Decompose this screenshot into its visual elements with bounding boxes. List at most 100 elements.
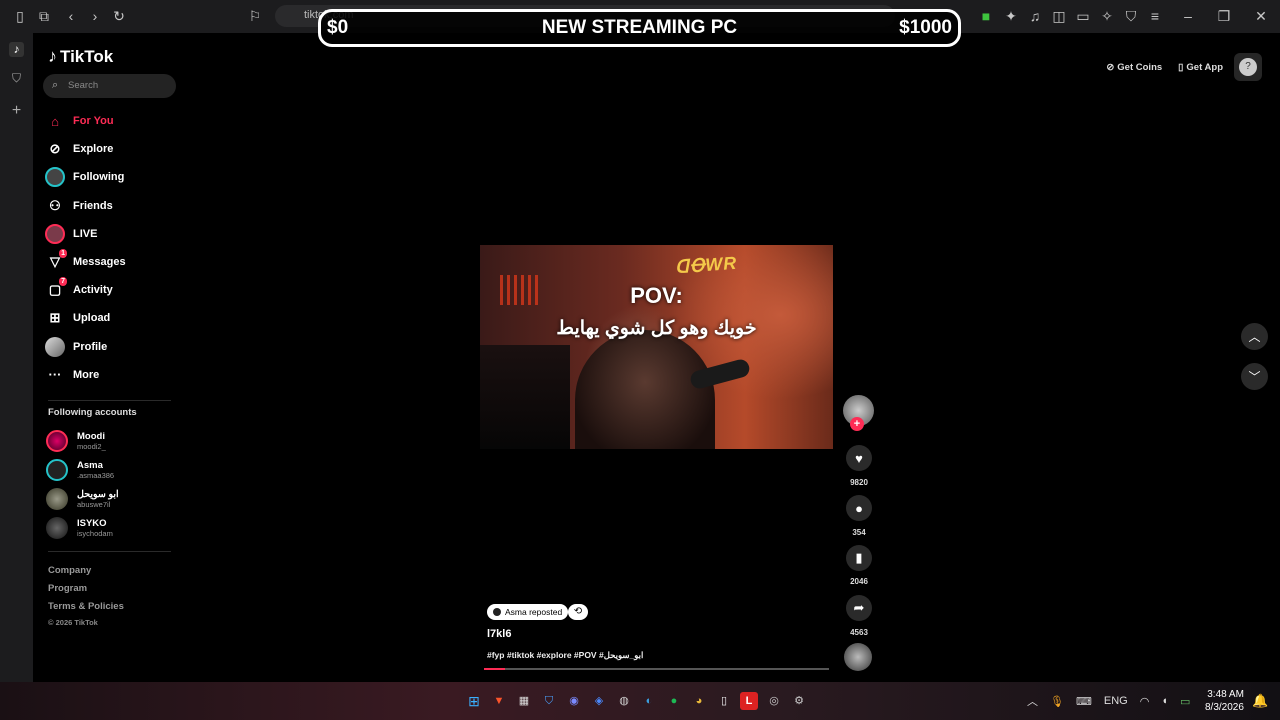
battery-icon[interactable]: ▭	[1180, 695, 1190, 708]
ai-icon[interactable]: ✧	[1099, 8, 1115, 24]
next-video-button[interactable]: ﹀	[1241, 363, 1268, 390]
share-button[interactable]: ➦	[846, 595, 872, 621]
taskbar-clock[interactable]: 3:48 AM 8/3/2026	[1205, 688, 1244, 714]
spotify-icon[interactable]: ●	[665, 692, 683, 710]
home-icon: ⌂	[51, 113, 59, 129]
activity-badge: 7	[59, 277, 67, 287]
nav-label: Friends	[73, 199, 113, 212]
music-disc-icon[interactable]	[844, 643, 872, 671]
shield-icon[interactable]: ⛉	[1123, 8, 1139, 24]
tab-icon[interactable]: ⧉	[36, 8, 52, 24]
follow-plus-icon[interactable]: +	[850, 417, 864, 431]
menu-icon[interactable]: ≡	[1147, 8, 1163, 24]
sidebar-icon[interactable]: ◫	[1051, 8, 1067, 24]
video-hashtags[interactable]: #fyp #tiktok #explore #POV #ابو_سويحل	[487, 650, 643, 661]
following-account[interactable]: Moodi moodi2_	[46, 426, 119, 455]
video-actions: + ♥ 9820 ● 354 ▮ 2046 ➦ 4563	[842, 395, 876, 671]
chrome-icon[interactable]: ◕	[690, 692, 708, 710]
nav-live[interactable]: LIVE	[45, 220, 180, 248]
get-coins-button[interactable]: ⊘ Get Coins	[1101, 57, 1167, 77]
system-tray: ︿ 🎙 ⌨ ENG ◠ ◖ ▭	[1027, 693, 1190, 709]
repost-icon[interactable]: ⟲	[568, 604, 588, 620]
video-player[interactable]: ᗡꝊWR POV: خويك وهو كل شوي يهايط	[480, 245, 833, 449]
edge-icon[interactable]: ◐	[640, 692, 658, 710]
settings-icon[interactable]: ⚙	[790, 692, 808, 710]
main-nav: ⌂ For You ⊘ Explore Following ⚇ Friends …	[45, 107, 180, 389]
keyboard-icon[interactable]: ⌨	[1076, 695, 1092, 708]
notification-icon[interactable]: 🔔	[1252, 693, 1268, 709]
minimize-icon[interactable]: –	[1180, 8, 1196, 24]
avatar: ?	[1239, 58, 1257, 76]
photos-icon[interactable]: ▦	[515, 692, 533, 710]
obs-icon[interactable]: ◎	[765, 692, 783, 710]
nav-explore[interactable]: ⊘ Explore	[45, 135, 180, 163]
add-tab-icon[interactable]: +	[9, 103, 24, 119]
volume-icon[interactable]: ◖	[1161, 695, 1168, 707]
following-account[interactable]: ISYKO isychodam	[46, 513, 119, 542]
puzzle-icon[interactable]: ✦	[1003, 8, 1019, 24]
wifi-icon[interactable]: ◠	[1140, 695, 1150, 708]
steam-icon[interactable]: ◍	[615, 692, 633, 710]
back-icon[interactable]: ‹	[63, 8, 79, 24]
nav-more[interactable]: ··· More	[45, 361, 180, 389]
phone-icon: ▯	[1178, 61, 1184, 73]
file-icon[interactable]: ▯	[715, 692, 733, 710]
microphone-icon[interactable]: 🎙	[1050, 695, 1064, 708]
windows-start-icon[interactable]: ⊞	[465, 692, 483, 710]
forward-icon[interactable]: ›	[87, 8, 103, 24]
tiktok-note-icon: ♪	[48, 46, 57, 66]
discord-icon[interactable]: ◉	[565, 692, 583, 710]
divider	[48, 400, 171, 401]
video-progress-fill	[484, 668, 505, 670]
bookmark-icon[interactable]: ⚐	[247, 8, 263, 24]
video-author[interactable]: l7kl6	[487, 628, 511, 640]
save-button[interactable]: ▮	[846, 545, 872, 571]
get-app-button[interactable]: ▯ Get App	[1173, 57, 1228, 77]
search-input[interactable]: ⌕ Search	[43, 74, 176, 98]
sidebar-toggle-icon[interactable]: ▯	[12, 8, 28, 24]
following-account[interactable]: ابو سويحل abuswe7il	[46, 484, 119, 513]
language-indicator[interactable]: ENG	[1104, 695, 1128, 707]
maximize-icon[interactable]: ❐	[1216, 8, 1232, 24]
avatar	[46, 429, 68, 452]
like-button[interactable]: ♥	[846, 445, 872, 471]
wallet-icon[interactable]: ▭	[1075, 8, 1091, 24]
nav-activity[interactable]: ▢ 7 Activity	[45, 276, 180, 304]
avatar	[46, 516, 68, 539]
account-handle: abuswe7il	[77, 499, 111, 509]
music-icon[interactable]: ♫	[1027, 8, 1043, 24]
tiktok-tab-icon[interactable]: ♪	[9, 42, 24, 57]
shield-tab-icon[interactable]: ⛉	[9, 71, 24, 86]
terms-link[interactable]: Terms & Policies	[48, 598, 124, 616]
comment-button[interactable]: ●	[846, 495, 872, 521]
tray-chevron-icon[interactable]: ︿	[1027, 693, 1038, 709]
nav-profile[interactable]: Profile	[45, 333, 180, 361]
security-icon[interactable]: ⛉	[540, 692, 558, 710]
company-link[interactable]: Company	[48, 562, 124, 580]
app-icon[interactable]: ◈	[590, 692, 608, 710]
following-accounts-list: Moodi moodi2_ Asma .asmaa386 ابو سويحل abus…	[46, 426, 119, 542]
extension-icon[interactable]: ■	[978, 8, 994, 24]
nav-upload[interactable]: ⊞ Upload	[45, 304, 180, 332]
close-icon[interactable]: ✕	[1253, 8, 1269, 24]
nav-messages[interactable]: ▽ 1 Messages	[45, 248, 180, 276]
nav-following[interactable]: Following	[45, 163, 180, 191]
user-menu[interactable]: ?	[1234, 53, 1262, 81]
video-progress-bar[interactable]	[484, 668, 829, 670]
brave-browser-icon[interactable]: ▼	[490, 692, 508, 710]
bookmark-icon: ▮	[855, 550, 863, 565]
nav-label: Activity	[73, 284, 113, 297]
nav-for-you[interactable]: ⌂ For You	[45, 107, 180, 135]
copyright: © 2026 TikTok	[48, 618, 98, 627]
nav-friends[interactable]: ⚇ Friends	[45, 192, 180, 220]
reload-icon[interactable]: ↻	[111, 8, 127, 24]
program-link[interactable]: Program	[48, 580, 124, 598]
goal-target: $1000	[899, 17, 952, 38]
previous-video-button[interactable]: ︿	[1241, 323, 1268, 350]
l-app-icon[interactable]: L	[740, 692, 758, 710]
tiktok-logo[interactable]: ♪ TikTok	[48, 46, 113, 67]
video-neon-sign: ᗡꝊWR	[674, 252, 738, 278]
repost-badge[interactable]: Asma reposted	[487, 604, 569, 620]
tiktok-sidebar: ♪ TikTok ⌕ Search ⌂ For You ⊘ Explore Fo…	[33, 33, 183, 682]
following-account[interactable]: Asma .asmaa386	[46, 455, 119, 484]
